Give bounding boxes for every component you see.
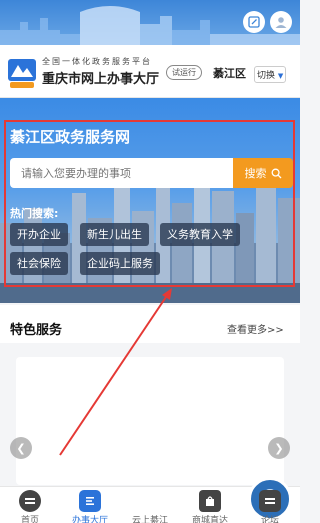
search-bar: 搜索: [10, 158, 293, 188]
view-more-link[interactable]: 查看更多>>: [227, 321, 284, 336]
edit-icon: [248, 16, 260, 28]
chevron-down-icon: ▼: [277, 72, 284, 80]
nav-item-forum[interactable]: 论坛: [240, 487, 300, 523]
nav-item-home[interactable]: 首页: [0, 487, 60, 523]
carousel-next-button[interactable]: ❯: [268, 437, 290, 459]
search-button[interactable]: 搜索: [233, 158, 293, 188]
district-name: 綦江区: [213, 67, 246, 80]
nav-label: 论坛: [260, 516, 279, 523]
featured-header: 特色服务 查看更多>>: [0, 305, 300, 343]
nav-item-service-hall[interactable]: 办事大厅: [60, 487, 120, 523]
forum-icon: [259, 490, 281, 512]
top-banner: [0, 0, 300, 45]
carousel-prev-button[interactable]: ❮: [10, 437, 32, 459]
nav-label: 云上綦江: [131, 516, 168, 523]
search-icon: [271, 168, 281, 178]
home-icon: [19, 490, 41, 512]
nav-item-shop[interactable]: 商城直达: [180, 487, 240, 523]
portal-logo-icon: [8, 59, 36, 88]
portal-title: 重庆市网上办事大厅: [42, 72, 160, 87]
nav-label: 商城直达: [191, 516, 228, 523]
featured-carousel-card[interactable]: [16, 357, 284, 485]
app-screen: 全国一体化政务服务平台 重庆市网上办事大厅 试运行 綦江区 切换 ▼ 綦江区政务…: [0, 0, 300, 523]
portal-title-bar: 全国一体化政务服务平台 重庆市网上办事大厅 试运行 綦江区 切换 ▼: [0, 45, 300, 98]
switch-district-button[interactable]: 切换 ▼: [254, 66, 287, 83]
hot-tag[interactable]: 新生儿出生: [80, 223, 149, 246]
chevron-left-icon: ❮: [16, 441, 26, 455]
hot-tag[interactable]: 义务教育入学: [160, 223, 240, 246]
featured-title: 特色服务: [10, 323, 63, 338]
nav-item-cloud-qijiang[interactable]: 云上綦江: [120, 477, 292, 523]
nav-label: 办事大厅: [71, 516, 108, 523]
search-button-label: 搜索: [244, 167, 267, 180]
portal-subtitle: 全国一体化政务服务平台: [42, 57, 152, 66]
switch-label: 切换: [257, 71, 276, 81]
bottom-nav: 首页 办事大厅 云上綦江 商城直达 论坛: [0, 477, 300, 523]
chevron-right-icon: ❯: [274, 441, 284, 455]
hot-tag[interactable]: 社会保险: [10, 252, 68, 275]
edit-button[interactable]: [243, 11, 265, 33]
shop-bag-icon: [199, 490, 221, 512]
service-hall-icon: [79, 490, 101, 512]
user-icon: [275, 17, 287, 28]
hot-tag[interactable]: 开办企业: [10, 223, 68, 246]
user-button[interactable]: [270, 11, 292, 33]
hero-title: 綦江区政务服务网: [10, 128, 131, 146]
search-input[interactable]: [10, 158, 236, 188]
trial-badge: 试运行: [166, 65, 202, 80]
hot-tag[interactable]: 企业码上服务: [80, 252, 160, 275]
hot-search-label: 热门搜索:: [10, 207, 59, 220]
nav-label: 首页: [20, 516, 39, 523]
